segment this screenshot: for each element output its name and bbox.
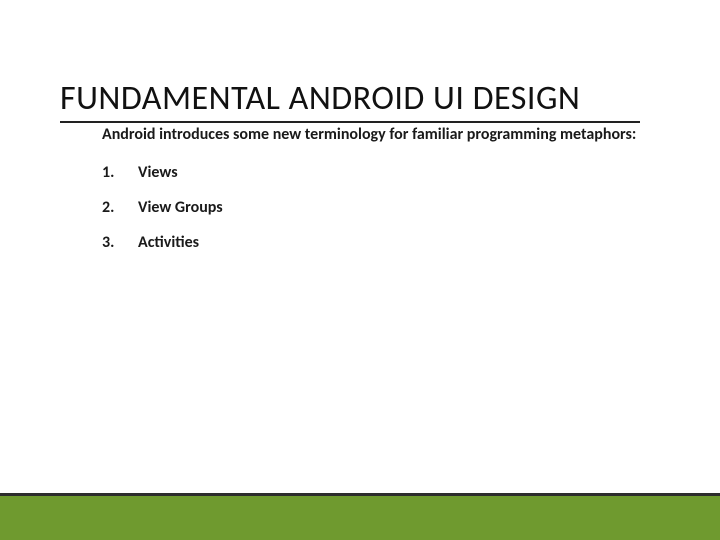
numbered-list: 1. Views 2. View Groups 3. Activities: [102, 163, 660, 252]
list-number: 2.: [102, 198, 138, 217]
slide-content: FUNDAMENTAL ANDROID UI DESIGN Android in…: [0, 0, 720, 252]
page-title: FUNDAMENTAL ANDROID UI DESIGN: [60, 78, 640, 123]
list-label: Activities: [138, 233, 199, 252]
list-item: 2. View Groups: [102, 198, 660, 217]
list-item: 1. Views: [102, 163, 660, 182]
intro-text: Android introduces some new terminology …: [102, 125, 660, 145]
list-item: 3. Activities: [102, 233, 660, 252]
list-label: Views: [138, 163, 178, 182]
list-number: 1.: [102, 163, 138, 182]
list-label: View Groups: [138, 198, 223, 217]
list-number: 3.: [102, 233, 138, 252]
footer-bar: [0, 496, 720, 540]
